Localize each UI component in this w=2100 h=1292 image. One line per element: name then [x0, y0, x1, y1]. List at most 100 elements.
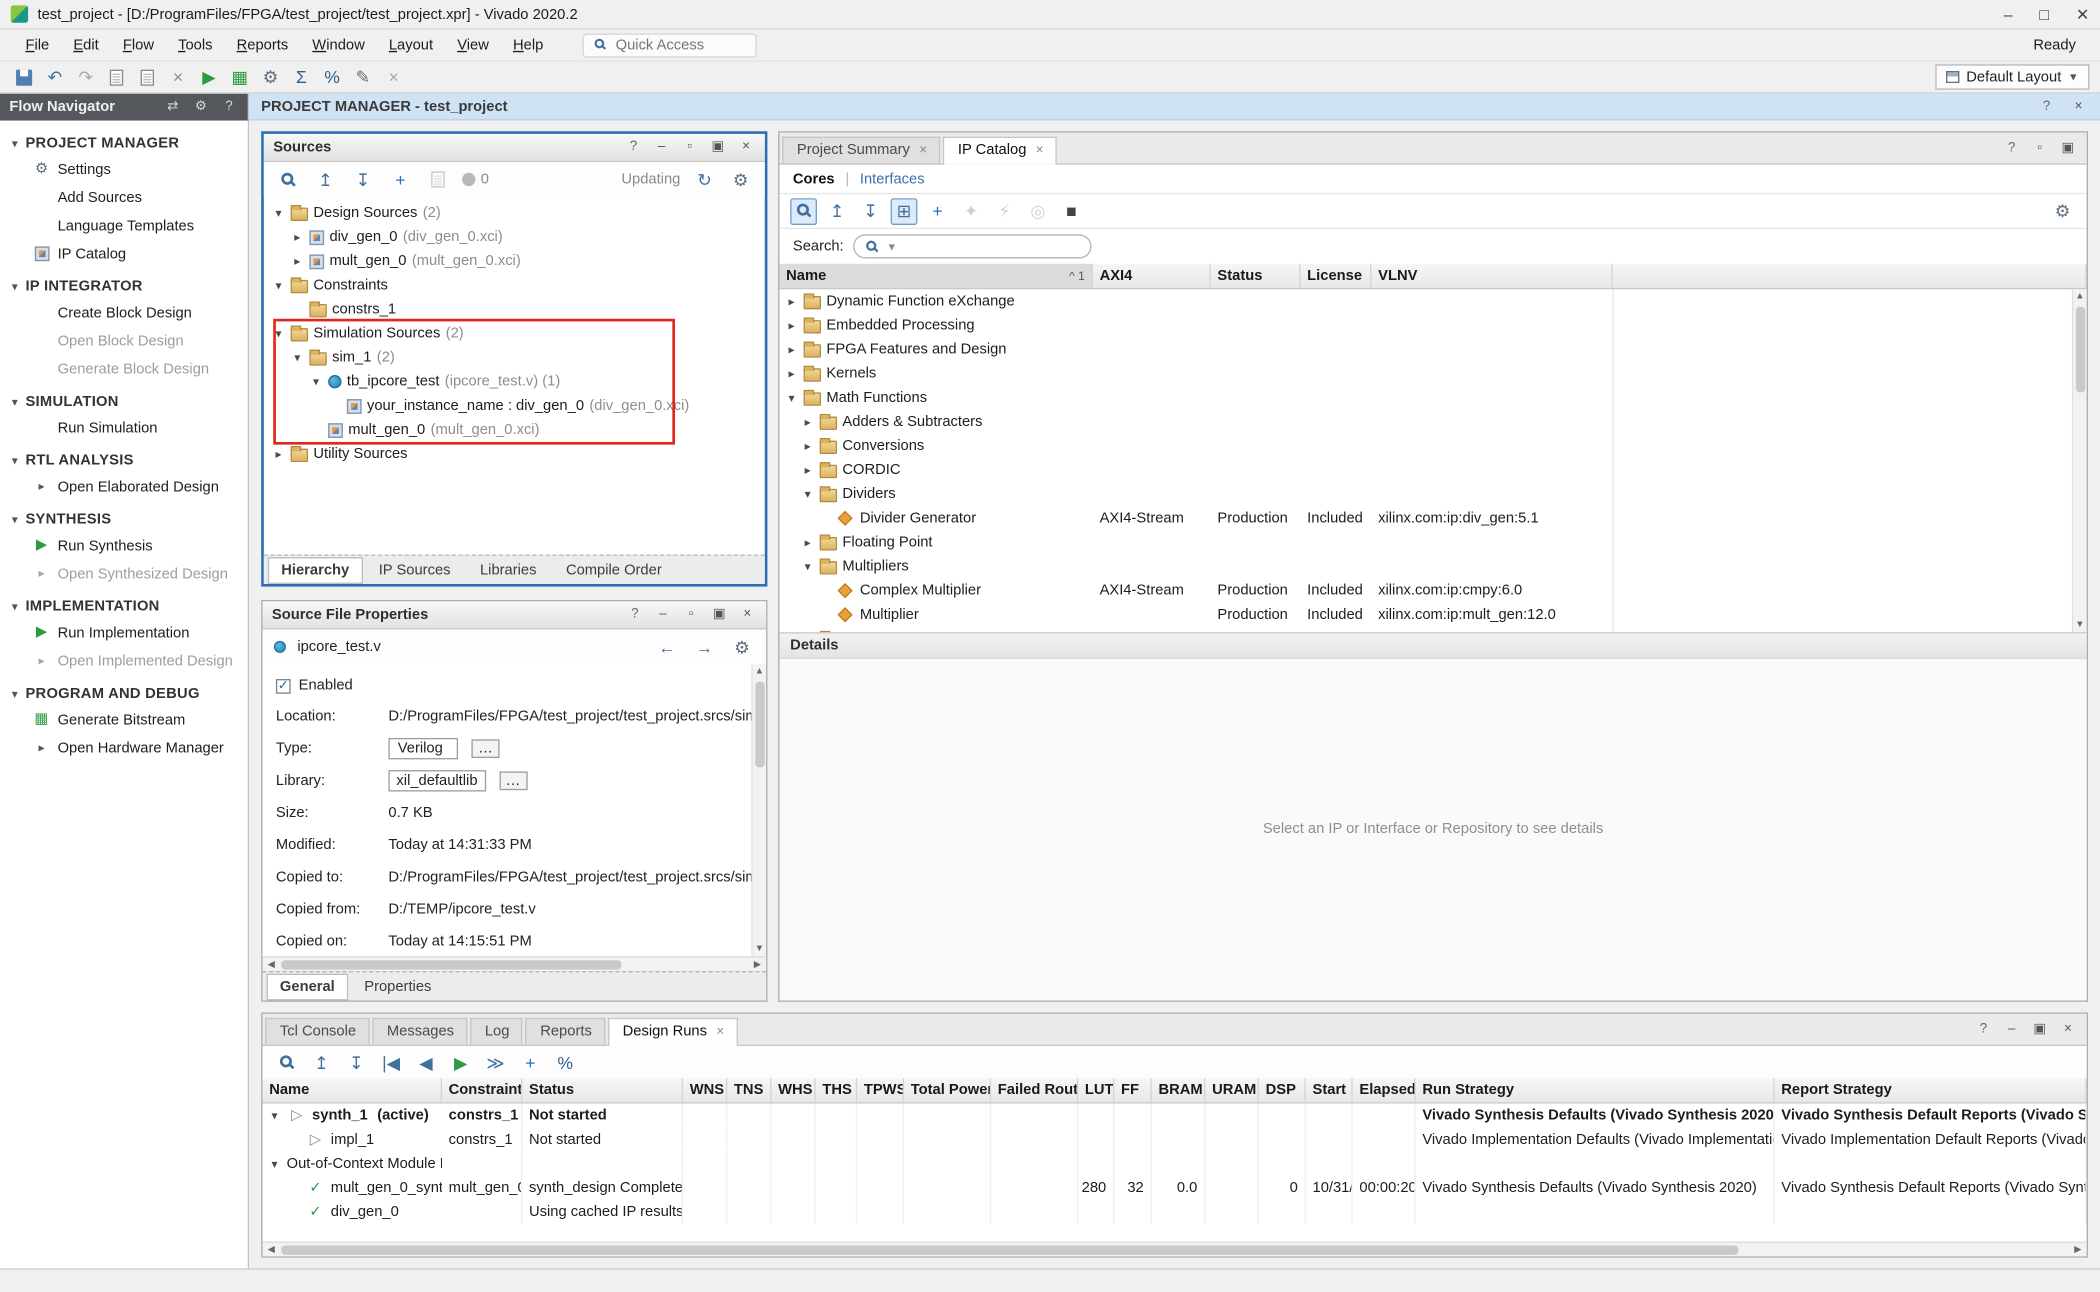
maximize-button[interactable]: ▣	[2059, 139, 2078, 158]
column-header-dsp[interactable]: DSP	[1259, 1078, 1306, 1102]
column-header-whs[interactable]: WHS	[771, 1078, 815, 1102]
close-tab-icon[interactable]: ×	[919, 143, 927, 158]
refresh-button[interactable]: ↻	[691, 166, 718, 193]
flow-item-open-elaborated-design[interactable]: ▸Open Elaborated Design	[0, 473, 248, 501]
collapse-all-button[interactable]: ↥	[824, 198, 851, 225]
scrollbar-thumb[interactable]	[281, 960, 622, 969]
ip-vertical-scrollbar[interactable]: ▲ ▼	[2072, 289, 2087, 631]
ip-row-multiplier[interactable]: MultiplierProductionIncludedxilinx.com:i…	[779, 603, 2086, 627]
flow-section-synthesis[interactable]: ▾SYNTHESIS	[0, 501, 248, 532]
debug-button[interactable]: ⚡	[991, 198, 1018, 225]
column-header-license[interactable]: License	[1300, 264, 1371, 288]
type-combo[interactable]: Verilog	[388, 738, 458, 759]
expander-icon[interactable]: ▸	[272, 447, 285, 462]
scroll-up-icon[interactable]: ▲	[2075, 289, 2084, 304]
scroll-right-icon[interactable]: ▶	[2071, 1244, 2086, 1255]
expander-icon[interactable]: ▾	[785, 390, 798, 405]
column-header-constraints[interactable]: Constraints	[442, 1078, 522, 1102]
flow-item-run-implementation[interactable]: ▶Run Implementation	[0, 619, 248, 647]
ip-row-floating-point[interactable]: ▸Floating Point	[779, 530, 2086, 554]
settings-button[interactable]: ⚙	[257, 64, 284, 91]
ip-row-cordic[interactable]: ▸CORDIC	[779, 458, 2086, 482]
column-header-elapsed[interactable]: Elapsed	[1353, 1078, 1416, 1102]
close-tab-icon[interactable]: ×	[716, 1024, 724, 1039]
source-tree-row-design-sources[interactable]: ▾Design Sources(2)	[264, 201, 765, 225]
column-header-report-strategy[interactable]: Report Strategy	[1775, 1078, 2087, 1102]
flow-section-project-manager[interactable]: ▾PROJECT MANAGER	[0, 125, 248, 156]
column-header-name[interactable]: Name	[263, 1078, 442, 1102]
column-header-axi4[interactable]: AXI4	[1093, 264, 1211, 288]
copy-button[interactable]	[103, 64, 130, 91]
column-header-failed-routes[interactable]: Failed Routes	[991, 1078, 1078, 1102]
collapse-all-button[interactable]: ↥	[312, 166, 339, 193]
properties-tab-properties[interactable]: Properties	[351, 974, 445, 1001]
expand-all-button[interactable]: ↧	[857, 198, 884, 225]
ip-row-dynamic-function-exchange[interactable]: ▸Dynamic Function eXchange	[779, 289, 2086, 313]
column-header-wns[interactable]: WNS	[683, 1078, 727, 1102]
flow-section-simulation[interactable]: ▾SIMULATION	[0, 383, 248, 414]
save-file-button[interactable]	[425, 166, 452, 193]
bottom-tab-tcl-console[interactable]: Tcl Console	[265, 1018, 369, 1045]
sources-tab-ip-sources[interactable]: IP Sources	[365, 557, 464, 584]
close-button[interactable]: ×	[2069, 97, 2088, 116]
menu-tools[interactable]: Tools	[166, 33, 225, 57]
step-back-button[interactable]: ◀	[413, 1049, 440, 1076]
flow-item-open-block-design[interactable]: Open Block Design	[0, 327, 248, 355]
column-header-tpws[interactable]: TPWS	[857, 1078, 904, 1102]
expander-icon[interactable]: ▸	[801, 415, 814, 430]
maximize-button[interactable]: ▣	[710, 605, 729, 624]
flow-item-language-templates[interactable]: Language Templates	[0, 212, 248, 240]
maximize-button[interactable]: □	[2039, 5, 2049, 24]
help-button[interactable]: ?	[2037, 97, 2056, 116]
minimize-button[interactable]: –	[2002, 1021, 2021, 1040]
expander-icon[interactable]: ▾	[268, 1156, 281, 1171]
menu-layout[interactable]: Layout	[377, 33, 445, 57]
ip-row-math-functions[interactable]: ▾Math Functions	[779, 386, 2086, 410]
step-start-button[interactable]: |◀	[378, 1049, 405, 1076]
source-tree-row-tb-ipcore-test[interactable]: ▾tb_ipcore_test(ipcore_test.v) (1)	[264, 370, 765, 394]
maximize-button[interactable]: ▣	[708, 138, 727, 157]
help-button[interactable]: ?	[1974, 1021, 1993, 1040]
flow-section-implementation[interactable]: ▾IMPLEMENTATION	[0, 588, 248, 619]
expand-all-button[interactable]: ↧	[343, 1049, 370, 1076]
scroll-left-icon[interactable]: ◀	[264, 959, 279, 970]
expander-icon[interactable]: ▾	[801, 559, 814, 574]
flow-item-ip-catalog[interactable]: IP Catalog	[0, 240, 248, 268]
source-tree-row-sim-1[interactable]: ▾sim_1(2)	[264, 346, 765, 370]
settings-button[interactable]: ⚙	[729, 633, 756, 660]
scrollbar-thumb[interactable]	[755, 682, 764, 768]
doc-tab-project-summary[interactable]: Project Summary×	[782, 137, 940, 164]
expand-all-button[interactable]: ↧	[350, 166, 377, 193]
expander-icon[interactable]: ▸	[801, 463, 814, 478]
column-header-run-strategy[interactable]: Run Strategy	[1416, 1078, 1775, 1102]
flow-item-generate-bitstream[interactable]: ▦Generate Bitstream	[0, 706, 248, 734]
expander-icon[interactable]: ▾	[801, 487, 814, 502]
menu-edit[interactable]: Edit	[61, 33, 111, 57]
properties-vertical-scrollbar[interactable]: ▲ ▼	[751, 664, 766, 956]
ip-row-adders-subtracters[interactable]: ▸Adders & Subtracters	[779, 410, 2086, 434]
column-header-uram[interactable]: URAM	[1205, 1078, 1259, 1102]
expander-icon[interactable]: ▸	[785, 366, 798, 381]
expander-icon[interactable]: ▸	[291, 254, 304, 269]
flow-item-open-implemented-design[interactable]: ▸Open Implemented Design	[0, 647, 248, 675]
flow-item-open-synthesized-design[interactable]: ▸Open Synthesized Design	[0, 560, 248, 588]
view-link-interfaces[interactable]: Interfaces	[860, 171, 925, 187]
ip-row-square-root[interactable]: ▸Square Root	[779, 627, 2086, 632]
design-run-row-impl-1[interactable]: ▷impl_1constrs_1Not startedVivado Implem…	[263, 1128, 2087, 1152]
flow-item-run-synthesis[interactable]: ▶Run Synthesis	[0, 532, 248, 560]
edit-button[interactable]: ✎	[350, 64, 377, 91]
properties-horizontal-scrollbar[interactable]: ◀ ▶	[263, 956, 767, 971]
expander-icon[interactable]: ▾	[272, 278, 285, 293]
close-button[interactable]: ✕	[2076, 5, 2089, 24]
flow-item-create-block-design[interactable]: Create Block Design	[0, 299, 248, 327]
maximize-button[interactable]: ▣	[2030, 1021, 2049, 1040]
expander-icon[interactable]: ▸	[785, 294, 798, 309]
forward-button[interactable]: →	[691, 633, 718, 660]
column-header-status[interactable]: Status	[1211, 264, 1301, 288]
flow-item-settings[interactable]: ⚙Settings	[0, 155, 248, 183]
quick-access-input[interactable]	[616, 37, 747, 53]
layout-selector[interactable]: Default Layout ▼	[1935, 64, 2089, 89]
menu-reports[interactable]: Reports	[225, 33, 301, 57]
source-tree-row-utility-sources[interactable]: ▸Utility Sources	[264, 442, 765, 466]
enabled-checkbox[interactable]: ✓	[276, 678, 291, 693]
